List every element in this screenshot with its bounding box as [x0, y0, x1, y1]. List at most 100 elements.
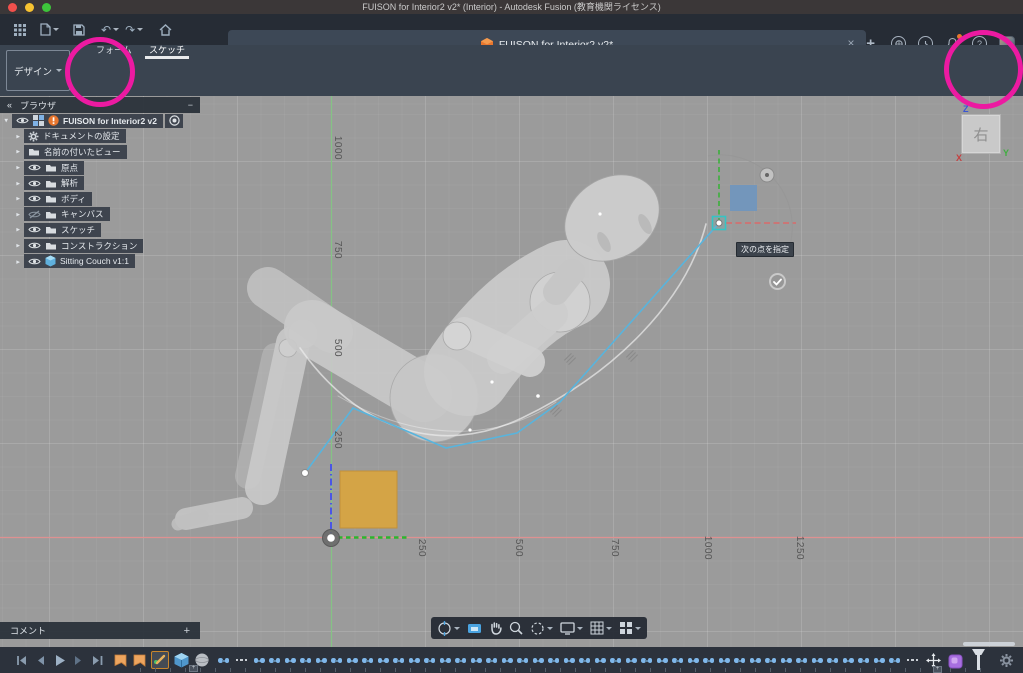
canvas-flag-feature[interactable]: [132, 653, 147, 668]
timeline-feature-pair[interactable]: [703, 652, 714, 668]
current-sketch-feature[interactable]: [948, 652, 964, 669]
visibility-eye-icon[interactable]: [28, 241, 41, 250]
home-icon[interactable]: [159, 24, 172, 36]
visibility-eye-icon[interactable]: [28, 179, 41, 188]
comments-bar[interactable]: コメント +: [0, 622, 200, 639]
timeline-collapsed-group[interactable]: [905, 659, 921, 662]
confirm-check-badge[interactable]: [769, 273, 786, 290]
current-sketch-point[interactable]: [716, 220, 722, 226]
timeline-group-marker[interactable]: +: [189, 665, 198, 672]
play-button[interactable]: [54, 654, 65, 667]
timeline-feature-pair[interactable]: [579, 652, 590, 668]
timeline-feature-pair[interactable]: [440, 652, 451, 668]
undo-icon[interactable]: ↶: [101, 23, 119, 37]
timeline-feature-pair[interactable]: [595, 652, 606, 668]
timeline-feature-pair[interactable]: [254, 652, 265, 668]
timeline-feature-pair[interactable]: [424, 652, 435, 668]
zoom-icon[interactable]: [509, 621, 523, 635]
viewcube[interactable]: 右: [961, 114, 1001, 154]
timeline-feature-pair[interactable]: [858, 652, 869, 668]
origin-square-face[interactable]: [340, 471, 397, 528]
visibility-eye-icon[interactable]: [28, 257, 41, 266]
timeline-feature-pair[interactable]: [641, 652, 652, 668]
modeling-canvas[interactable]: 250500750100012501000750500250 次の点を指定 右 …: [0, 96, 1023, 647]
browser-item-row[interactable]: ▸原点: [0, 160, 200, 176]
file-icon[interactable]: [40, 23, 59, 36]
browser-collapse-icon[interactable]: «: [7, 100, 12, 110]
timeline-feature-pair[interactable]: [331, 652, 342, 668]
visibility-eye-icon[interactable]: [28, 163, 41, 172]
browser-item-row[interactable]: ▸ドキュメントの設定: [0, 129, 200, 145]
timeline-feature-pair[interactable]: [719, 652, 730, 668]
timeline-feature-pair[interactable]: [393, 652, 404, 668]
timeline-feature-pair[interactable]: [269, 652, 280, 668]
timeline-feature-pair[interactable]: [471, 652, 482, 668]
body-feature[interactable]: [173, 652, 190, 669]
timeline-feature-dots[interactable]: [218, 652, 920, 668]
timeline-feature-pair[interactable]: [734, 652, 745, 668]
go-to-end-button[interactable]: [92, 655, 103, 666]
timeline-feature-pair[interactable]: [533, 652, 544, 668]
pan-hand-icon[interactable]: [489, 621, 502, 635]
tab-sketch[interactable]: スケッチ: [149, 43, 185, 56]
browser-item-row[interactable]: ▸ボディ: [0, 191, 200, 207]
timeline-feature-pair[interactable]: [316, 652, 327, 668]
browser-item-row[interactable]: ▸解析: [0, 175, 200, 191]
timeline-feature-pair[interactable]: [218, 652, 229, 668]
workspace-selector[interactable]: デザイン: [6, 50, 70, 91]
timeline-settings-gear-icon[interactable]: [999, 653, 1014, 668]
browser-item-row[interactable]: ▸コンストラクション: [0, 238, 200, 254]
orbit-icon[interactable]: [437, 621, 460, 636]
timeline-feature-pair[interactable]: [502, 652, 513, 668]
browser-item-row[interactable]: ▸Sitting Couch v1:1: [0, 253, 200, 269]
browser-minimize-icon[interactable]: −: [188, 100, 193, 110]
redo-icon[interactable]: ↷: [125, 23, 143, 37]
timeline-feature-pair[interactable]: [796, 652, 807, 668]
timeline-feature-pair[interactable]: [610, 652, 621, 668]
timeline-feature-pair[interactable]: [781, 652, 792, 668]
browser-item-row[interactable]: ▸キャンバス: [0, 207, 200, 223]
app-grid-icon[interactable]: [14, 24, 26, 36]
look-at-icon[interactable]: [467, 622, 482, 635]
timeline-feature-pair[interactable]: [362, 652, 373, 668]
sketch-endpoint[interactable]: [302, 470, 309, 477]
visibility-eye-icon[interactable]: [28, 194, 41, 203]
timeline-feature-pair[interactable]: [455, 652, 466, 668]
timeline-feature-pair[interactable]: [517, 652, 528, 668]
timeline-feature-pair[interactable]: [300, 652, 311, 668]
browser-item-row[interactable]: ▸スケッチ: [0, 222, 200, 238]
timeline-feature-pair[interactable]: [378, 652, 389, 668]
timeline-scroll-pill[interactable]: [963, 642, 1015, 646]
timeline-feature-pair[interactable]: [564, 652, 575, 668]
timeline-feature-pair[interactable]: [827, 652, 838, 668]
timeline-collapsed-group[interactable]: [234, 659, 250, 662]
timeline-feature-pair[interactable]: [548, 652, 559, 668]
timeline-feature-pair[interactable]: [765, 652, 776, 668]
step-forward-button[interactable]: [74, 655, 83, 666]
timeline-feature-pair[interactable]: [889, 652, 900, 668]
timeline-feature-pair[interactable]: [285, 652, 296, 668]
visibility-eye-icon[interactable]: [16, 116, 29, 125]
timeline-feature-pair[interactable]: [688, 652, 699, 668]
timeline-feature-pair[interactable]: [657, 652, 668, 668]
timeline-feature-pair[interactable]: [812, 652, 823, 668]
save-icon[interactable]: [73, 24, 85, 36]
fit-icon[interactable]: [530, 621, 553, 636]
canvas-flag-feature[interactable]: [113, 653, 128, 668]
timeline-feature-pair[interactable]: [626, 652, 637, 668]
step-back-button[interactable]: [36, 655, 45, 666]
timeline-feature-pair[interactable]: [486, 652, 497, 668]
display-settings-icon[interactable]: [560, 622, 583, 635]
timeline-feature-pair[interactable]: [750, 652, 761, 668]
viewports-icon[interactable]: [619, 621, 641, 635]
timeline-feature-pair[interactable]: [843, 652, 854, 668]
timeline-feature-pair[interactable]: [672, 652, 683, 668]
browser-item-row[interactable]: ▸名前の付いたビュー: [0, 144, 200, 160]
visibility-eye-icon[interactable]: [28, 225, 41, 234]
visibility-off-eye-icon[interactable]: [28, 210, 41, 219]
grid-settings-icon[interactable]: [590, 621, 612, 635]
timeline-feature-pair[interactable]: [347, 652, 358, 668]
go-to-start-button[interactable]: [16, 655, 27, 666]
timeline-feature-pair[interactable]: [409, 652, 420, 668]
activate-radio-icon[interactable]: [169, 115, 180, 126]
